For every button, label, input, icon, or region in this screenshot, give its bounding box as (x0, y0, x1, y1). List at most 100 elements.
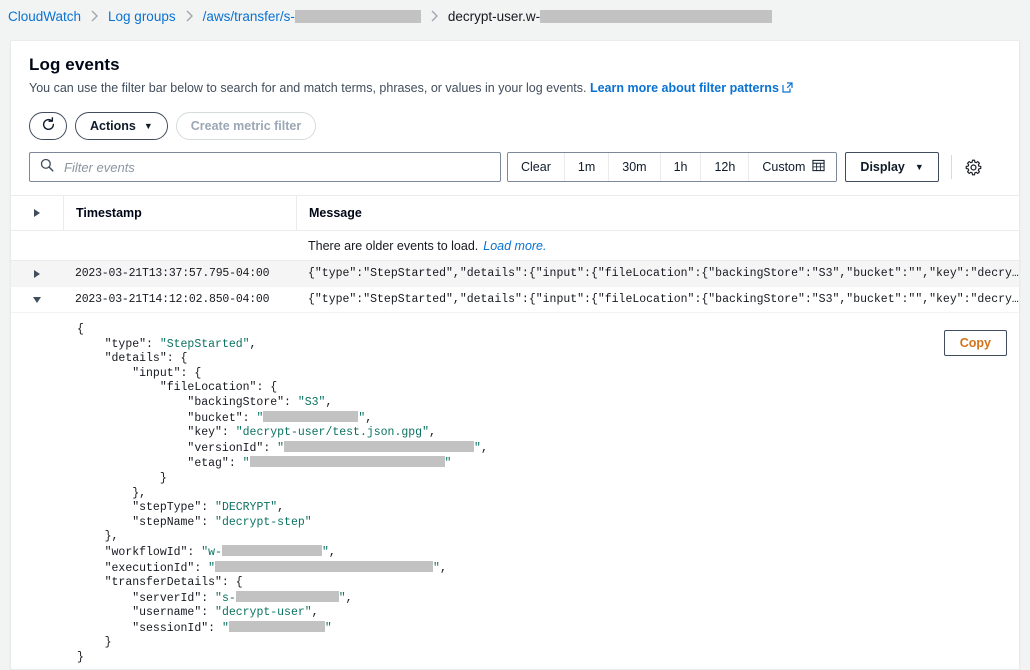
breadcrumb-link-log-group[interactable]: /aws/transfer/s- (203, 9, 295, 24)
row-collapse-toggle[interactable] (11, 297, 63, 303)
time-range-1h[interactable]: 1h (661, 153, 702, 181)
log-events-card: Log events You can use the filter bar be… (10, 40, 1020, 670)
column-header-timestamp[interactable]: Timestamp (63, 196, 296, 230)
row-message-post: ","key":"decry… (915, 293, 1019, 306)
chevron-down-icon[interactable] (33, 297, 41, 303)
json-token: "serverId": (132, 592, 215, 605)
json-line: "transferDetails": { (77, 576, 243, 589)
row-message-pre: {"type":"StepStarted","details":{"input"… (308, 293, 915, 306)
search-box[interactable] (29, 152, 501, 182)
json-token: } (105, 636, 112, 649)
json-token: }, (105, 530, 119, 543)
chevron-right-icon (185, 10, 194, 22)
json-line: "executionId": "", (77, 562, 447, 575)
gear-icon[interactable] (962, 155, 986, 179)
time-range-30m[interactable]: 30m (609, 153, 660, 181)
json-line: "key": "decrypt-user/test.json.gpg", (77, 426, 436, 439)
redacted-value (284, 441, 474, 452)
json-string-value: " (256, 412, 263, 425)
json-string-value: "decrypt-user" (215, 606, 312, 619)
search-input[interactable] (62, 159, 490, 176)
time-range-clear[interactable]: Clear (508, 153, 565, 181)
time-range-1m[interactable]: 1m (565, 153, 609, 181)
json-token: , (346, 592, 353, 605)
json-line: "versionId": "", (77, 442, 488, 455)
json-string-value: " (222, 622, 229, 635)
breadcrumb-item-log-stream: decrypt-user.w- (448, 9, 772, 24)
expand-all-toggle[interactable] (11, 209, 63, 217)
json-token: "username": (132, 606, 215, 619)
breadcrumb-item-log-groups[interactable]: Log groups (108, 9, 176, 24)
chevron-right-icon (90, 10, 99, 22)
search-icon (40, 158, 54, 177)
row-timestamp: 2023-03-21T13:37:57.795-04:00 (63, 261, 296, 286)
json-token: , (440, 562, 447, 575)
json-token: , (250, 338, 257, 351)
json-token: }, (132, 487, 146, 500)
redacted-value (263, 411, 358, 422)
breadcrumb-item-cloudwatch[interactable]: CloudWatch (8, 9, 81, 24)
json-token: , (329, 546, 336, 559)
json-token: "backingStore": (187, 396, 297, 409)
actions-button[interactable]: Actions ▼ (75, 112, 168, 140)
json-string-value: " (208, 562, 215, 575)
breadcrumb-link-cloudwatch[interactable]: CloudWatch (8, 9, 81, 24)
json-string-value: " (322, 546, 329, 559)
json-token: , (325, 396, 332, 409)
json-token: "input": { (132, 367, 201, 380)
display-button[interactable]: Display ▼ (845, 152, 938, 182)
event-json-body: { "type": "StepStarted", "details": { "i… (11, 323, 1019, 666)
create-metric-filter-button[interactable]: Create metric filter (176, 112, 316, 140)
breadcrumb-current-log-stream: decrypt-user.w- (448, 9, 540, 24)
json-string-value: "StepStarted" (160, 338, 250, 351)
table-row[interactable]: 2023-03-21T14:12:02.850-04:00 {"type":"S… (11, 287, 1019, 313)
json-line: "type": "StepStarted", (77, 338, 256, 351)
table-row[interactable]: 2023-03-21T13:37:57.795-04:00 {"type":"S… (11, 261, 1019, 287)
json-line: "stepType": "DECRYPT", (77, 501, 284, 514)
caret-down-icon: ▼ (915, 162, 924, 172)
json-line: "backingStore": "S3", (77, 396, 332, 409)
toolbar-divider (951, 155, 952, 179)
toolbar: Actions ▼ Create metric filter (11, 98, 1019, 140)
json-token: "etag": (187, 457, 242, 470)
redacted-value (222, 545, 322, 556)
page-title: Log events (29, 55, 1001, 75)
filter-bar: Clear 1m 30m 1h 12h Custom (11, 140, 1019, 182)
chevron-right-icon[interactable] (34, 270, 40, 278)
row-message: {"type":"StepStarted","details":{"input"… (296, 287, 1019, 312)
json-token: "key": (187, 426, 235, 439)
json-string-value: "decrypt-user/test.json.gpg" (236, 426, 429, 439)
time-range-custom-label: Custom (762, 160, 805, 174)
card-header: Log events You can use the filter bar be… (11, 41, 1019, 98)
json-line: } (77, 636, 112, 649)
breadcrumb-link-log-groups[interactable]: Log groups (108, 9, 176, 24)
row-message-pre: {"type":"StepStarted","details":{"input"… (308, 267, 915, 280)
json-string-value: " (325, 622, 332, 635)
column-header-message[interactable]: Message (296, 196, 1019, 230)
redacted-value (236, 591, 339, 602)
copy-button[interactable]: Copy (944, 330, 1007, 356)
refresh-button[interactable] (29, 112, 67, 140)
chevron-right-icon[interactable] (34, 209, 40, 217)
learn-more-link[interactable]: Learn more about filter patterns (590, 81, 779, 95)
json-token: , (312, 606, 319, 619)
json-token: "transferDetails": { (105, 576, 243, 589)
time-range-custom[interactable]: Custom (749, 153, 836, 181)
redacted-value (229, 621, 325, 632)
json-line: }, (77, 530, 118, 543)
chevron-right-icon (430, 10, 439, 22)
json-string-value: "DECRYPT" (215, 501, 277, 514)
breadcrumb-item-log-group[interactable]: /aws/transfer/s- (203, 9, 421, 24)
json-token: , (365, 412, 372, 425)
load-more-link[interactable]: Load more. (483, 239, 546, 253)
redacted-value (250, 456, 445, 467)
json-string-value: " (339, 592, 346, 605)
time-range-12h[interactable]: 12h (701, 153, 749, 181)
json-string-value: " (243, 457, 250, 470)
json-string-value: "s- (215, 592, 236, 605)
actions-label: Actions (90, 119, 136, 133)
table-header-row: Timestamp Message (11, 195, 1019, 231)
json-string-value: " (277, 442, 284, 455)
row-expand-toggle[interactable] (11, 270, 63, 278)
json-line: "workflowId": "w-", (77, 546, 336, 559)
